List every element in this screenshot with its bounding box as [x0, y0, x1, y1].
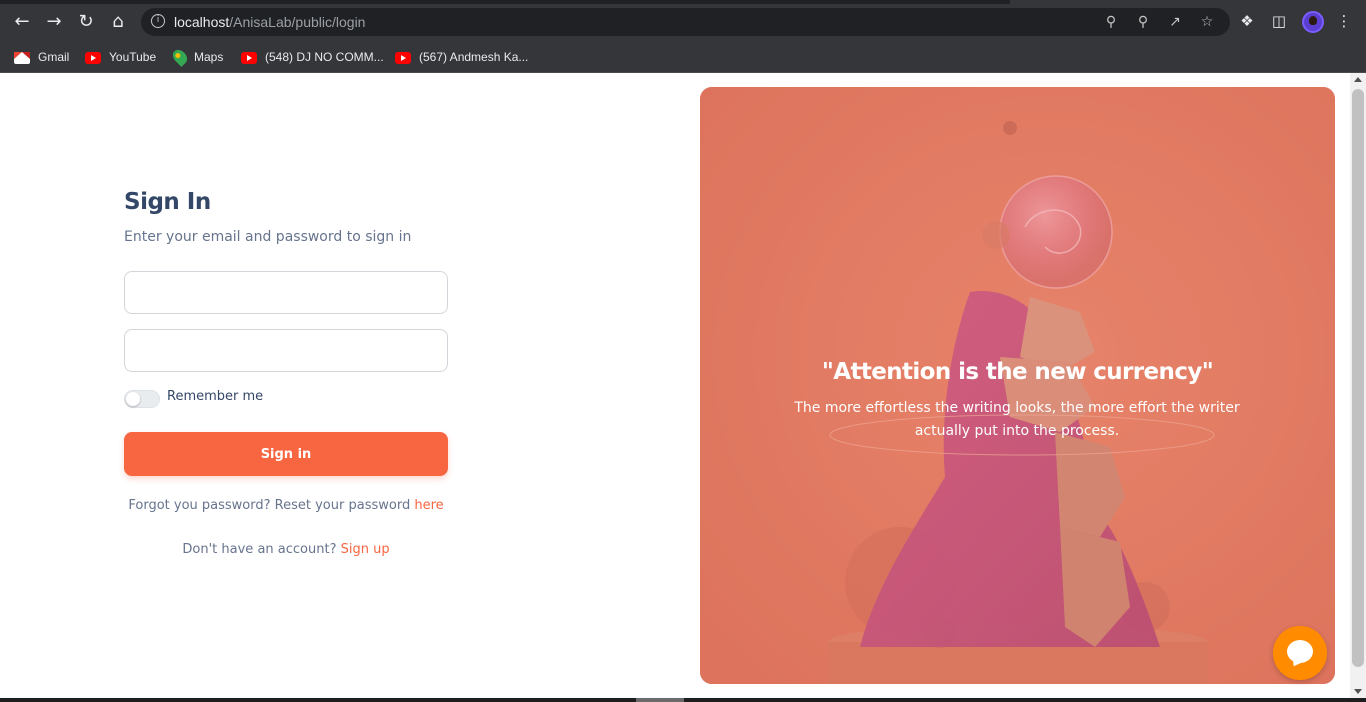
- bookmark-maps[interactable]: Maps: [170, 47, 224, 67]
- bookmark-gmail[interactable]: Gmail: [14, 47, 69, 67]
- menu-kebab-icon[interactable]: ⋮: [1334, 11, 1354, 31]
- scroll-up-arrow-icon[interactable]: [1354, 77, 1362, 82]
- bookmark-star-icon[interactable]: ☆: [1198, 13, 1216, 31]
- page-scrollbar[interactable]: [1350, 73, 1366, 698]
- bookmark-label: (548) DJ NO COMM...: [265, 50, 384, 64]
- hero-panel: "Attention is the new currency" The more…: [700, 87, 1335, 684]
- site-info-icon[interactable]: i: [151, 14, 165, 28]
- maps-icon: [170, 47, 190, 67]
- hero-quote: "Attention is the new currency": [821, 359, 1214, 385]
- remember-me-toggle[interactable]: [124, 390, 160, 408]
- chat-widget-button[interactable]: [1273, 626, 1327, 680]
- side-panel-icon[interactable]: ◫: [1269, 11, 1289, 31]
- back-icon[interactable]: ←: [10, 10, 34, 34]
- bookmark-youtube[interactable]: YouTube: [85, 47, 156, 67]
- signup-prompt-label: Don't have an account?: [182, 542, 341, 557]
- bookmark-andmesh[interactable]: (567) Andmesh Ka...: [395, 47, 528, 67]
- url-host: localhost: [174, 14, 230, 30]
- reload-icon[interactable]: ↻: [74, 10, 98, 34]
- bookmark-label: Maps: [194, 50, 224, 64]
- bookmark-label: (567) Andmesh Ka...: [419, 50, 529, 64]
- key-icon[interactable]: ⚲: [1102, 13, 1120, 31]
- extensions-icon[interactable]: ❖: [1237, 11, 1257, 31]
- bookmark-label: Gmail: [38, 50, 70, 64]
- forward-icon[interactable]: →: [42, 10, 66, 34]
- login-page: Sign In Enter your email and password to…: [0, 73, 1350, 698]
- youtube-icon: [395, 52, 411, 64]
- forgot-password-text: Forgot you password? Reset your password…: [124, 498, 448, 513]
- tab-strip: [0, 0, 1010, 4]
- reset-password-link[interactable]: here: [414, 498, 443, 513]
- remember-me-label[interactable]: Remember me: [167, 389, 263, 404]
- scrollbar-thumb[interactable]: [1352, 89, 1364, 667]
- youtube-icon: [85, 52, 101, 64]
- hero-illustration: [700, 87, 1335, 684]
- url-text[interactable]: localhost/AnisaLab/public/login: [174, 13, 365, 31]
- scroll-down-arrow-icon[interactable]: [1354, 689, 1362, 694]
- home-icon[interactable]: ⌂: [106, 10, 130, 34]
- bookmark-label: YouTube: [109, 50, 157, 64]
- sign-up-link[interactable]: Sign up: [341, 542, 390, 557]
- profile-avatar[interactable]: [1302, 11, 1324, 33]
- chat-icon: [1287, 640, 1313, 663]
- sign-in-button[interactable]: Sign in: [124, 432, 448, 476]
- zoom-icon[interactable]: ⚲: [1134, 13, 1152, 31]
- password-field[interactable]: [124, 329, 448, 372]
- address-bar[interactable]: i localhost/AnisaLab/public/login ⚲ ⚲ ↗ …: [141, 8, 1230, 36]
- forgot-password-label: Forgot you password? Reset your password: [128, 498, 415, 513]
- bookmark-dj-no-comm[interactable]: (548) DJ NO COMM...: [241, 47, 384, 67]
- bookmarks-bar: Gmail YouTube Maps (548) DJ NO COMM... (…: [0, 44, 1366, 73]
- hero-text: The more effortless the writing looks, t…: [794, 400, 1240, 439]
- taskbar-strip: [0, 698, 1366, 702]
- browser-toolbar: ← → ↻ ⌂ i localhost/AnisaLab/public/logi…: [0, 0, 1366, 44]
- url-path: /AnisaLab/public/login: [229, 14, 366, 30]
- page-subtitle: Enter your email and password to sign in: [124, 229, 412, 245]
- signup-prompt: Don't have an account? Sign up: [124, 542, 448, 557]
- youtube-icon: [241, 52, 257, 64]
- share-icon[interactable]: ↗: [1166, 13, 1184, 31]
- email-field[interactable]: [124, 271, 448, 314]
- gmail-icon: [14, 52, 30, 64]
- page-title: Sign In: [124, 189, 211, 215]
